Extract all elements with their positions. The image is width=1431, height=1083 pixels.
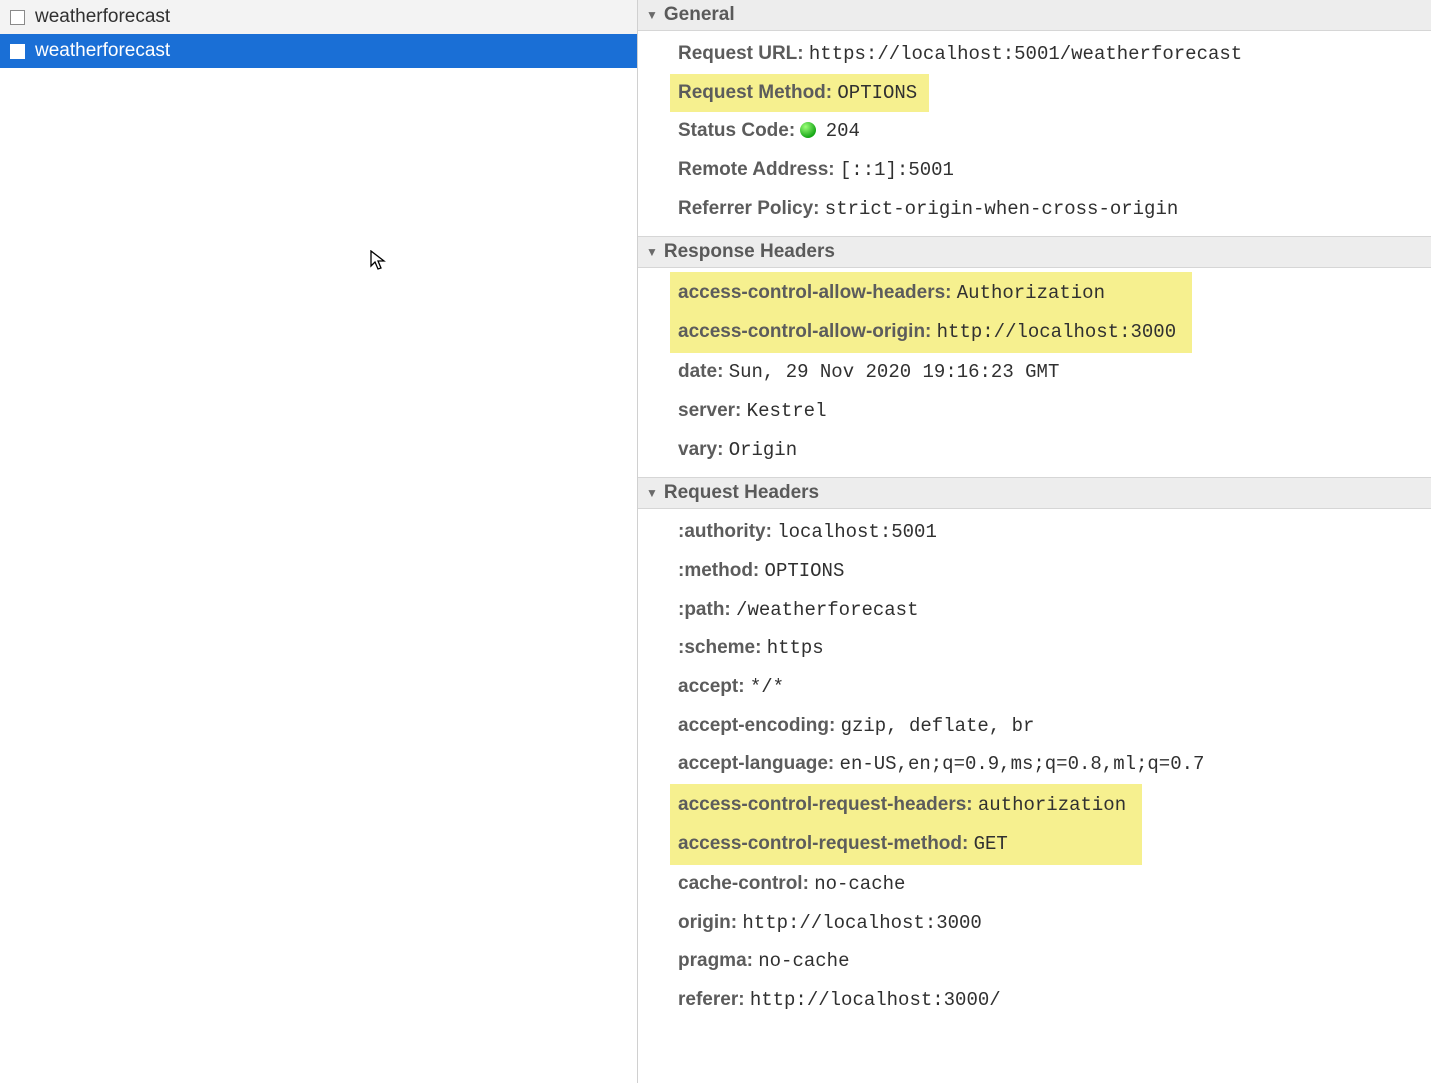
general-referrer-policy: Referrer Policy: strict-origin-when-cros… xyxy=(678,190,1431,229)
header-key: :method: xyxy=(678,560,759,581)
general-body: Request URL: https://localhost:5001/weat… xyxy=(638,31,1431,237)
header-key: access-control-allow-origin: xyxy=(678,321,931,342)
response-headers-body: access-control-allow-headers: Authorizat… xyxy=(638,268,1431,478)
header-key: pragma: xyxy=(678,950,753,971)
header-value: http://localhost:3000 xyxy=(937,321,1176,343)
value: https://localhost:5001/weatherforecast xyxy=(809,43,1242,65)
request-row-selected[interactable]: weatherforecast xyxy=(0,34,637,68)
header-value: no-cache xyxy=(814,873,905,895)
header-key: :path: xyxy=(678,599,731,620)
label: Request Method: xyxy=(678,82,832,103)
header-value: gzip, deflate, br xyxy=(841,715,1035,737)
request-name: weatherforecast xyxy=(35,40,170,62)
header-key: :authority: xyxy=(678,521,772,542)
request-name: weatherforecast xyxy=(35,6,170,28)
label: Request URL: xyxy=(678,43,804,64)
header-key: vary: xyxy=(678,439,723,460)
general-status-code: Status Code: 204 xyxy=(678,112,1431,151)
header-row: referer: http://localhost:3000/ xyxy=(678,981,1431,1020)
header-value: */* xyxy=(750,676,784,698)
header-value: OPTIONS xyxy=(765,560,845,582)
header-key: referer: xyxy=(678,989,745,1010)
header-row: :path: /weatherforecast xyxy=(678,591,1431,630)
header-row: :scheme: https xyxy=(678,629,1431,668)
value: 204 xyxy=(826,120,860,142)
header-value: GET xyxy=(974,833,1008,855)
general-request-url: Request URL: https://localhost:5001/weat… xyxy=(678,35,1431,74)
header-row: access-control-allow-headers: Authorizat… xyxy=(678,274,1176,313)
header-row: :authority: localhost:5001 xyxy=(678,513,1431,552)
caret-down-icon: ▼ xyxy=(646,486,658,500)
document-icon xyxy=(10,44,25,59)
request-row[interactable]: weatherforecast xyxy=(0,0,637,34)
label: Remote Address: xyxy=(678,159,835,180)
header-value: authorization xyxy=(978,794,1126,816)
header-row: date: Sun, 29 Nov 2020 19:16:23 GMT xyxy=(678,353,1431,392)
header-key: :scheme: xyxy=(678,637,761,658)
request-headers-body: :authority: localhost:5001 :method: OPTI… xyxy=(638,509,1431,1027)
value: OPTIONS xyxy=(837,82,917,104)
caret-down-icon: ▼ xyxy=(646,245,658,259)
document-icon xyxy=(10,10,25,25)
header-key: accept: xyxy=(678,676,745,697)
headers-panel: ▼ General Request URL: https://localhost… xyxy=(638,0,1431,1083)
header-key: date: xyxy=(678,361,723,382)
header-value: Sun, 29 Nov 2020 19:16:23 GMT xyxy=(729,361,1060,383)
header-key: cache-control: xyxy=(678,873,809,894)
general-request-method: Request Method: OPTIONS xyxy=(678,74,1431,113)
header-row: pragma: no-cache xyxy=(678,942,1431,981)
header-row: origin: http://localhost:3000 xyxy=(678,904,1431,943)
request-list: weatherforecast weatherforecast xyxy=(0,0,638,1083)
network-panel: weatherforecast weatherforecast ▼ Genera… xyxy=(0,0,1431,1083)
general-remote-address: Remote Address: [::1]:5001 xyxy=(678,151,1431,190)
header-key: origin: xyxy=(678,912,737,933)
header-value: Origin xyxy=(729,439,797,461)
header-row: vary: Origin xyxy=(678,431,1431,470)
value: strict-origin-when-cross-origin xyxy=(825,198,1178,220)
header-row: access-control-request-method: GET xyxy=(678,825,1126,864)
header-row: access-control-request-headers: authoriz… xyxy=(678,786,1126,825)
header-value: https xyxy=(767,637,824,659)
section-title-text: General xyxy=(664,4,735,26)
header-key: server: xyxy=(678,400,741,421)
label: Status Code: xyxy=(678,120,795,141)
section-title-text: Response Headers xyxy=(664,241,835,263)
section-request-headers[interactable]: ▼ Request Headers xyxy=(638,478,1431,509)
header-row: server: Kestrel xyxy=(678,392,1431,431)
header-key: access-control-request-method: xyxy=(678,833,968,854)
header-value: http://localhost:3000/ xyxy=(750,989,1001,1011)
header-row: accept-language: en-US,en;q=0.9,ms;q=0.8… xyxy=(678,745,1431,784)
header-value: Authorization xyxy=(957,282,1105,304)
hl-group: access-control-request-headers: authoriz… xyxy=(678,784,1431,865)
header-value: Kestrel xyxy=(747,400,827,422)
header-value: no-cache xyxy=(758,950,849,972)
status-dot-icon xyxy=(800,122,816,138)
mouse-cursor-icon xyxy=(370,250,386,272)
header-row: accept-encoding: gzip, deflate, br xyxy=(678,707,1431,746)
section-title-text: Request Headers xyxy=(664,482,819,504)
header-value: localhost:5001 xyxy=(777,521,937,543)
label: Referrer Policy: xyxy=(678,198,820,219)
header-value: en-US,en;q=0.9,ms;q=0.8,ml;q=0.7 xyxy=(840,753,1205,775)
header-key: access-control-request-headers: xyxy=(678,794,973,815)
header-row: accept: */* xyxy=(678,668,1431,707)
header-value: /weatherforecast xyxy=(736,599,918,621)
caret-down-icon: ▼ xyxy=(646,8,658,22)
hl-group: access-control-allow-headers: Authorizat… xyxy=(678,272,1431,353)
section-response-headers[interactable]: ▼ Response Headers xyxy=(638,237,1431,268)
header-key: access-control-allow-headers: xyxy=(678,282,951,303)
header-value: http://localhost:3000 xyxy=(742,912,981,934)
header-key: accept-language: xyxy=(678,753,834,774)
header-row: access-control-allow-origin: http://loca… xyxy=(678,313,1176,352)
section-general[interactable]: ▼ General xyxy=(638,0,1431,31)
header-row: :method: OPTIONS xyxy=(678,552,1431,591)
header-key: accept-encoding: xyxy=(678,715,835,736)
value: [::1]:5001 xyxy=(840,159,954,181)
header-row: cache-control: no-cache xyxy=(678,865,1431,904)
